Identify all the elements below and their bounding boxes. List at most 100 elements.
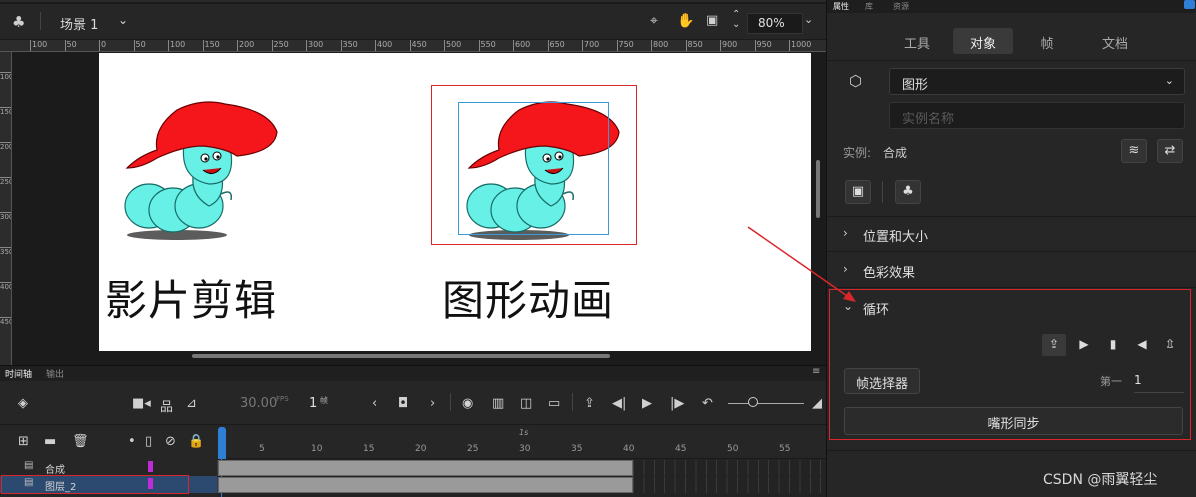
ruler-tick: 900 (720, 40, 737, 51)
zoom-input[interactable]: 80% (747, 13, 803, 34)
fps-unit: FPS (276, 395, 289, 403)
frames-area[interactable]: 1s 5 10 15 20 25 30 35 40 45 50 55 (217, 425, 826, 497)
annotation-red-box (829, 289, 1191, 440)
tab-frame[interactable]: 帧 (1017, 28, 1077, 54)
center-stage-icon[interactable]: ⌖ (650, 13, 658, 29)
camera-icon[interactable]: ■◂ (132, 396, 151, 411)
highlight-dot-icon[interactable]: • (128, 434, 136, 449)
frame-number: 15 (363, 444, 375, 454)
instance-name-input[interactable]: 实例名称 (889, 102, 1185, 129)
layers-icon[interactable]: ◈ (18, 396, 28, 411)
ruler-tick: 450 (0, 317, 11, 326)
section-color-effect[interactable]: › 色彩效果 (827, 253, 1196, 287)
step-back-icon[interactable]: ◀| (612, 396, 626, 411)
frame-unit: 帧 (320, 396, 328, 405)
layer-color-marker (148, 461, 153, 472)
next-keyframe-icon[interactable]: › (430, 396, 435, 411)
ruler-tick: 850 (685, 40, 703, 51)
loop-icon[interactable]: ⇪ (584, 396, 595, 411)
outline-icon[interactable]: ▯ (145, 434, 152, 449)
edit-instance-icon[interactable]: ≋ (1121, 139, 1147, 163)
frame-row[interactable] (217, 460, 826, 476)
step-forward-icon[interactable]: |▶ (670, 396, 684, 411)
symbol-icon[interactable]: ♣ (12, 13, 25, 31)
frame-span[interactable] (218, 460, 633, 476)
section-position-size[interactable]: › 位置和大小 (827, 217, 1196, 251)
ruler-tick: 100 (0, 72, 11, 81)
frame-span[interactable] (218, 477, 633, 493)
insert-keyframe-icon[interactable]: ◘ (398, 396, 408, 411)
tab-output[interactable]: 输出 (46, 367, 64, 380)
fps-value[interactable]: 30.00 (240, 396, 277, 411)
panel-menu-icon[interactable]: ≡ (812, 366, 820, 377)
stage-canvas[interactable]: 影片剪辑 图形动画 (99, 53, 811, 351)
tab-assets[interactable]: 资源 (893, 1, 909, 12)
lock-icon[interactable]: 🔒 (188, 434, 204, 449)
panel-corner-icon[interactable] (1184, 0, 1195, 9)
graphic-symbol-icon: ⬡ (849, 72, 863, 90)
prev-keyframe-icon[interactable]: ‹ (372, 396, 377, 411)
chevron-right-icon[interactable]: › (843, 262, 848, 276)
add-layer-icon[interactable]: ⊞ (18, 434, 29, 449)
instance-value: 合成 (883, 146, 908, 160)
tab-library[interactable]: 库 (865, 1, 873, 12)
horizontal-scrollbar[interactable] (192, 354, 610, 358)
ruler-tick: 450 (409, 40, 427, 51)
chevron-right-icon[interactable]: › (843, 226, 848, 240)
add-symbol-icon[interactable]: ♣ (895, 180, 921, 204)
stepper-icon[interactable]: ⌃ ⌄ (732, 10, 740, 30)
playhead[interactable] (218, 427, 226, 459)
section-label: 色彩效果 (863, 266, 916, 281)
zoom-slider-thumb[interactable] (748, 397, 758, 407)
seconds-marker: 1s (519, 428, 529, 437)
tab-tools[interactable]: 工具 (887, 28, 947, 54)
zoom-slider-track[interactable] (728, 403, 804, 404)
ruler-tick: 350 (340, 40, 358, 51)
annotation-red-box (1, 475, 189, 494)
swap-symbol-icon[interactable]: ⇄ (1157, 139, 1183, 163)
folder-icon[interactable]: ▬ (44, 434, 56, 449)
caption-graphic: 图形动画 (442, 276, 615, 325)
divider (827, 450, 1196, 451)
tab-document[interactable]: 文档 (1085, 28, 1145, 54)
align-icon[interactable]: ▣ (845, 180, 871, 204)
current-frame[interactable]: 1 (309, 396, 317, 411)
tab-timeline[interactable]: 时间轴 (5, 367, 32, 380)
frame-row[interactable] (217, 477, 826, 493)
tab-object[interactable]: 对象 (953, 28, 1013, 54)
selection-bounding-box (458, 102, 609, 235)
timeline-zoom-icon[interactable]: ◢ (812, 396, 822, 411)
symbol-type-select[interactable]: 图形 ⌄ (889, 68, 1185, 95)
graph-icon[interactable]: ⊿ (186, 396, 197, 411)
ruler-tick: 750 (616, 40, 634, 51)
rotate-stage-icon[interactable]: ✋ (677, 13, 694, 29)
zoom-dropdown-icon[interactable]: ⌄ (804, 13, 813, 26)
vertical-scrollbar[interactable] (816, 160, 820, 218)
trash-icon[interactable]: 🗑 (72, 434, 89, 449)
watermark: CSDN @雨翼轻尘 (1043, 472, 1158, 488)
layer-parent-icon[interactable]: 品 (160, 396, 173, 415)
tab-properties[interactable]: 属性 (833, 1, 849, 12)
edit-multiple-icon[interactable]: ◫ (520, 396, 532, 411)
layer-row[interactable]: ▤ 合成 (0, 459, 217, 476)
frame-number: 20 (415, 444, 427, 454)
hide-eye-icon[interactable]: ⊘ (165, 434, 176, 449)
onion-outline-icon[interactable]: ▥ (492, 396, 504, 411)
onion-skin-icon[interactable]: ◉ (462, 396, 473, 411)
clip-stage-icon[interactable]: ▣ (706, 13, 718, 28)
title-strip (0, 0, 826, 2)
undo-loop-icon[interactable]: ↶ (702, 396, 713, 411)
timeline-tabs: 时间轴 输出 ≡ (0, 366, 826, 381)
play-icon[interactable]: ▶ (642, 396, 652, 411)
scene-bar: ♣ 场景 1 ⌄ ⌖ ✋ ▣ ⌃ ⌄ 80% ⌄ (0, 4, 826, 40)
ruler-tick: 400 (375, 40, 392, 51)
divider (827, 251, 1196, 252)
ruler-tick: 350 (0, 247, 11, 256)
ruler-tick: 500 (444, 40, 461, 51)
scene-label[interactable]: 场景 1 (60, 14, 98, 33)
chevron-down-icon[interactable]: ⌄ (118, 13, 128, 27)
frames-ruler: 1s 5 10 15 20 25 30 35 40 45 50 55 (217, 425, 826, 459)
chevron-down-icon[interactable]: ⌄ (1165, 74, 1174, 87)
frame-range-icon[interactable]: ▭ (548, 396, 560, 411)
caterpillar-movieclip[interactable] (117, 98, 282, 243)
